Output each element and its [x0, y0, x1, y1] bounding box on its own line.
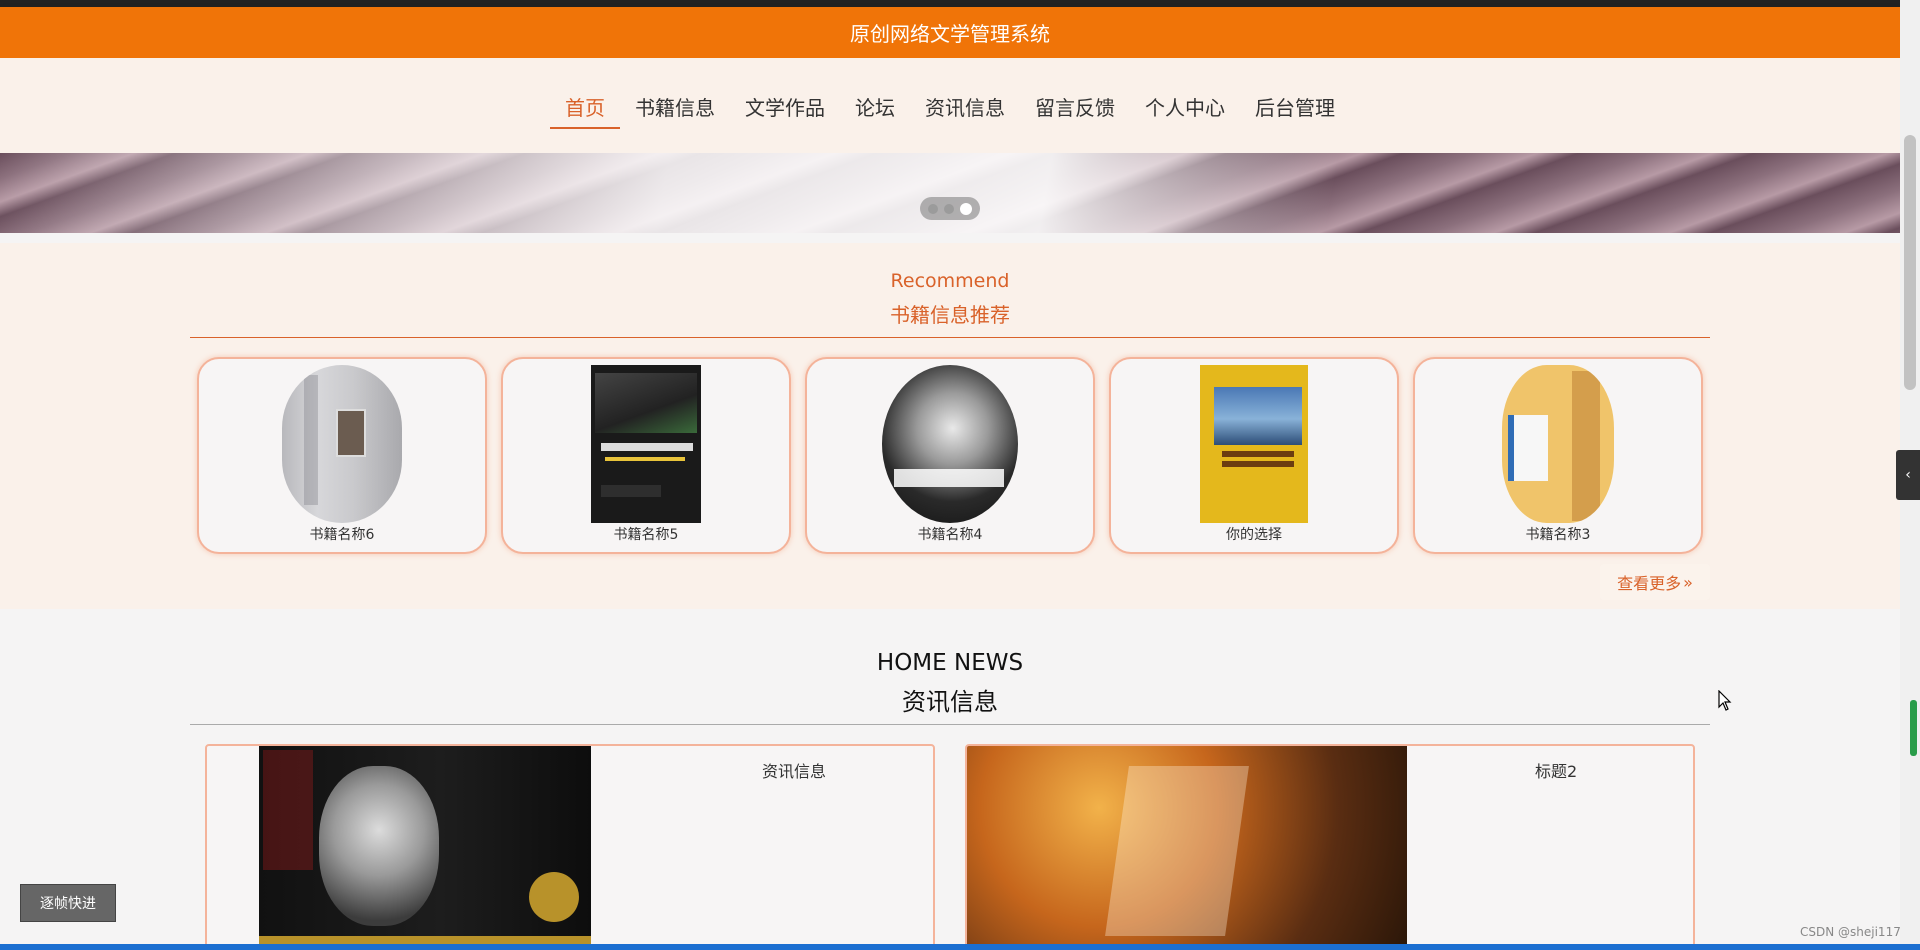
nav-item-literature[interactable]: 文学作品: [730, 92, 840, 129]
news-divider: [190, 724, 1710, 725]
book-title: 书籍名称5: [613, 527, 679, 543]
book-card[interactable]: 书籍名称4: [805, 357, 1095, 554]
book-cover-image: [1502, 365, 1614, 523]
book-cover-image: [591, 365, 701, 523]
book-card[interactable]: 你的选择: [1109, 357, 1399, 554]
book-card[interactable]: 书籍名称6: [197, 357, 487, 554]
book-card[interactable]: 书籍名称5: [501, 357, 791, 554]
book-cover-image: [282, 365, 402, 523]
side-panel-toggle[interactable]: ‹: [1896, 450, 1920, 500]
scrollbar-thumb[interactable]: [1904, 135, 1916, 390]
nav-item-news[interactable]: 资讯信息: [910, 92, 1020, 129]
site-header: 原创网络文学管理系统: [0, 7, 1900, 58]
book-title: 书籍名称3: [1525, 527, 1591, 543]
news-item-title: 标题2: [1535, 762, 1578, 781]
nav-item-home[interactable]: 首页: [550, 92, 620, 129]
book-title: 书籍名称6: [309, 527, 375, 543]
nav-item-books[interactable]: 书籍信息: [620, 92, 730, 129]
news-item-title: 资讯信息: [762, 762, 827, 781]
chevron-left-icon: ‹: [1905, 467, 1911, 483]
book-cover-image: [1200, 365, 1308, 523]
news-card[interactable]: 资讯信息: [205, 744, 935, 950]
window-top-edge: [0, 0, 1920, 7]
nav-item-forum[interactable]: 论坛: [840, 92, 910, 129]
chevron-double-right-icon: »: [1683, 572, 1693, 592]
book-cover-image: [882, 365, 1018, 523]
site-title: 原创网络文学管理系统: [850, 22, 1050, 46]
news-card[interactable]: 标题2: [965, 744, 1695, 950]
news-image: [967, 746, 1407, 948]
news-title-cn: 资讯信息: [902, 688, 998, 716]
carousel-dot-2[interactable]: [944, 203, 954, 214]
nav-bar: 首页 书籍信息 文学作品 论坛 资讯信息 留言反馈 个人中心 后台管理: [0, 58, 1900, 153]
main-nav: 首页 书籍信息 文学作品 论坛 资讯信息 留言反馈 个人中心 后台管理: [0, 92, 1900, 129]
nav-item-admin[interactable]: 后台管理: [1240, 92, 1350, 129]
news-image: [259, 746, 591, 948]
nav-item-profile[interactable]: 个人中心: [1130, 92, 1240, 129]
carousel-dot-3[interactable]: [960, 202, 972, 215]
recommend-title-cn: 书籍信息推荐: [890, 303, 1010, 327]
book-card[interactable]: 书籍名称3: [1413, 357, 1703, 554]
banner-carousel[interactable]: [0, 153, 1900, 233]
bottom-progress-bar: [0, 944, 1920, 950]
scroll-position-marker: [1910, 700, 1917, 756]
view-more-button[interactable]: 查看更多 »: [1600, 564, 1710, 600]
news-title-en: HOME NEWS: [876, 650, 1024, 676]
recommend-divider: [190, 337, 1710, 338]
book-title: 书籍名称4: [917, 527, 983, 543]
frame-forward-button[interactable]: 逐帧快进: [20, 884, 116, 922]
book-title: 你的选择: [1226, 527, 1282, 543]
mouse-cursor-icon: [1718, 690, 1732, 711]
carousel-dot-1[interactable]: [928, 203, 938, 214]
nav-item-feedback[interactable]: 留言反馈: [1020, 92, 1130, 129]
carousel-indicators: [920, 197, 980, 220]
view-more-label: 查看更多: [1617, 574, 1682, 593]
watermark-text: CSDN @sheji117: [1800, 925, 1901, 939]
recommend-title-en: Recommend: [890, 270, 1010, 292]
